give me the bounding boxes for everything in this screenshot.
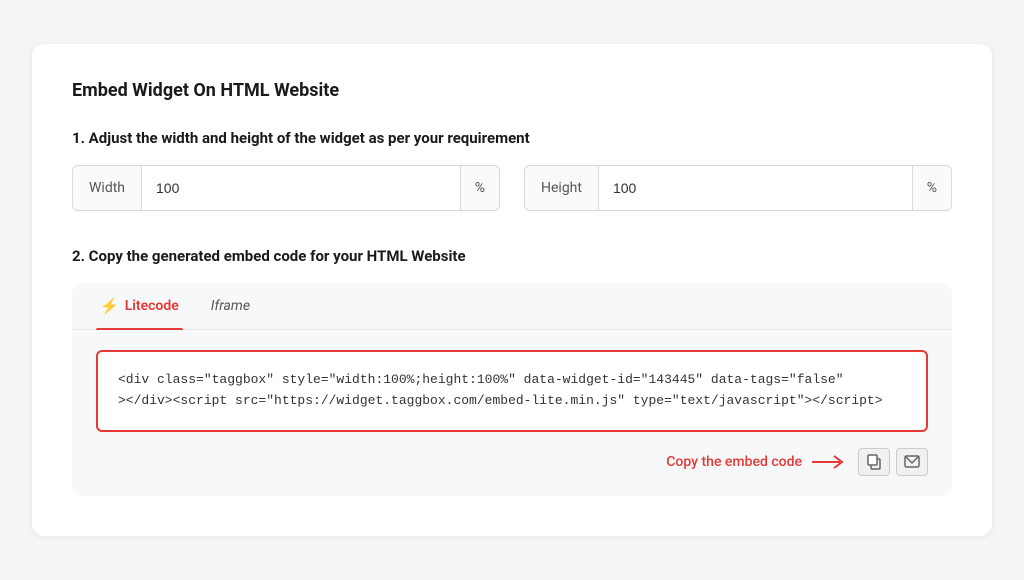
copy-row: Copy the embed code [72,432,952,476]
width-box: Width % [72,165,500,211]
code-block-wrapper: <div class="taggbox" style="width:100%;h… [96,350,928,432]
width-label: Width [73,166,142,210]
card-title: Embed Widget On HTML Website [72,80,952,101]
section1-title: 1. Adjust the width and height of the wi… [72,129,952,147]
tab-iframe[interactable]: Iframe [207,284,254,328]
width-unit: % [460,166,499,210]
height-box: Height % [524,165,952,211]
height-label: Height [525,166,599,210]
embed-section: ⚡ Litecode Iframe <div class="taggbox" s… [72,283,952,496]
tab-litecode[interactable]: ⚡ Litecode [96,283,183,329]
lightning-icon: ⚡ [100,297,119,315]
width-input[interactable] [142,166,460,210]
embed-code: <div class="taggbox" style="width:100%;h… [118,370,906,412]
height-input[interactable] [599,166,912,210]
tab-iframe-label: Iframe [211,298,250,314]
email-button[interactable] [896,448,928,476]
tab-litecode-label: Litecode [125,298,179,314]
tabs-row: ⚡ Litecode Iframe [72,283,952,330]
section2-title: 2. Copy the generated embed code for you… [72,247,952,265]
dimensions-row: Width % Height % [72,165,952,211]
height-unit: % [912,166,951,210]
copy-label: Copy the embed code [666,454,802,470]
copy-arrow-icon [812,454,848,470]
copy-icons [858,448,928,476]
main-card: Embed Widget On HTML Website 1. Adjust t… [32,44,992,536]
copy-button[interactable] [858,448,890,476]
